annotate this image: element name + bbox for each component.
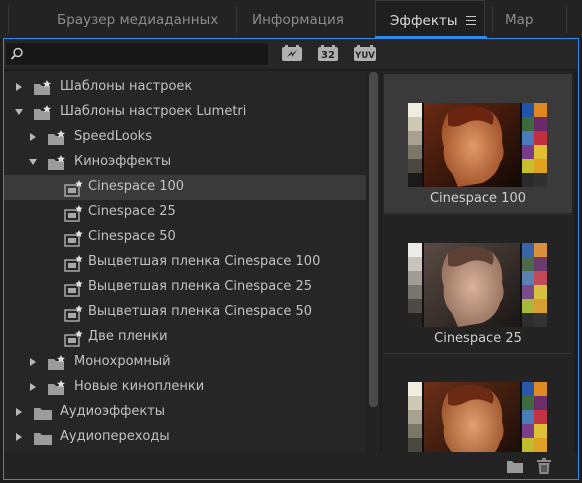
tree-item-presets[interactable]: Шаблоны настроек	[4, 75, 366, 100]
preset-thumbnail-card[interactable]: Cinespace 25	[384, 214, 572, 353]
yuv-label: YUV	[354, 51, 375, 61]
preset-preview-pane: Cinespace 100 Cinespace 25	[382, 71, 574, 452]
tab-separator	[492, 7, 493, 33]
expand-caret-icon[interactable]	[28, 132, 38, 142]
collapse-caret-icon[interactable]	[28, 157, 38, 167]
tree-item-label: Cinespace 25	[88, 204, 176, 219]
preset-icon	[64, 330, 83, 347]
trash-icon[interactable]	[535, 458, 553, 474]
preset-folder-icon	[34, 105, 51, 120]
new-folder-icon[interactable]	[506, 458, 524, 474]
preset-icon	[64, 305, 83, 322]
expand-caret-icon[interactable]	[14, 432, 24, 442]
search-icon	[10, 47, 23, 60]
tree-item-cinespace-25[interactable]: Cinespace 25	[4, 200, 366, 225]
preset-thumbnail-image	[408, 382, 547, 452]
tree-item-label: Две пленки	[88, 329, 168, 344]
preset-folder-icon	[34, 80, 51, 95]
tree-item-label: Cinespace 50	[88, 229, 176, 244]
tree-item-cinespace-50[interactable]: Cinespace 50	[4, 225, 366, 250]
32bit-color-icon[interactable]: 32	[317, 45, 339, 63]
expand-caret-icon[interactable]	[14, 407, 24, 417]
tree-item-faded-cinespace-50[interactable]: Выцветшая пленка Cinespace 50	[4, 300, 366, 325]
tab-info[interactable]: Информация	[252, 0, 364, 38]
tree-item-label: Выцветшая пленка Cinespace 100	[88, 254, 321, 269]
effects-tree: Шаблоны настроек Шаблоны настроек Lumetr…	[4, 71, 366, 452]
expand-caret-icon[interactable]	[28, 382, 38, 392]
tab-media-browser[interactable]: Браузер медиаданных	[57, 0, 227, 38]
tree-item-audio-effects[interactable]: Аудиоэффекты	[4, 400, 366, 425]
preset-folder-icon	[48, 380, 65, 395]
search-input[interactable]	[6, 43, 268, 65]
preset-thumbnail-label: Cinespace 100	[429, 191, 526, 206]
tree-item-label: Аудиоэффекты	[60, 404, 166, 419]
tree-item-label: Шаблоны настроек	[60, 79, 193, 94]
tree-item-faded-cinespace-25[interactable]: Выцветшая пленка Cinespace 25	[4, 275, 366, 300]
tree-item-label: Выцветшая пленка Cinespace 50	[88, 304, 313, 319]
preset-thumbnail-label: Cinespace 25	[434, 331, 522, 346]
accelerated-effects-icon[interactable]	[281, 45, 303, 63]
tree-scrollbar-thumb[interactable]	[369, 72, 378, 407]
preset-folder-icon	[48, 355, 65, 370]
32bit-label: 32	[321, 50, 335, 61]
tree-item-label: Аудиопереходы	[60, 429, 170, 444]
tab-separator	[8, 7, 9, 33]
tree-item-cinematic[interactable]: Киноэффекты	[4, 150, 366, 175]
folder-icon	[34, 433, 52, 445]
tab-separator	[566, 7, 567, 33]
tree-item-label: Киноэффекты	[74, 154, 172, 169]
tree-item-label: SpeedLooks	[74, 129, 152, 144]
folder-icon	[34, 408, 52, 420]
tree-item-label: Монохромный	[74, 354, 171, 369]
tree-item-label: Шаблоны настроек Lumetri	[60, 104, 247, 119]
panel-footer	[4, 452, 578, 479]
preset-icon	[64, 230, 83, 247]
tree-item-faded-cinespace-100[interactable]: Выцветшая пленка Cinespace 100	[4, 250, 366, 275]
preset-folder-icon	[48, 155, 65, 170]
tree-item-monochrome[interactable]: Монохромный	[4, 350, 366, 375]
tree-item-audio-transitions[interactable]: Аудиопереходы	[4, 425, 366, 450]
preset-thumbnail-card[interactable]	[384, 353, 572, 452]
tree-item-lumetri-presets[interactable]: Шаблоны настроек Lumetri	[4, 100, 366, 125]
tree-item-label: Выцветшая пленка Cinespace 25	[88, 279, 313, 294]
preset-icon	[64, 280, 83, 297]
preset-thumbnail-image	[408, 243, 547, 327]
panel-menu-icon[interactable]	[466, 16, 476, 25]
tree-item-label: Cinespace 100	[88, 179, 185, 194]
preset-folder-icon	[48, 130, 65, 145]
preset-thumbnail-image	[408, 103, 547, 187]
preset-thumbnail-card[interactable]: Cinespace 100	[384, 74, 572, 213]
preset-icon	[64, 205, 83, 222]
tree-item-cinespace-100[interactable]: Cinespace 100	[4, 175, 366, 200]
tab-markers[interactable]: Мар	[505, 0, 533, 38]
tree-item-two-strip[interactable]: Две пленки	[4, 325, 366, 350]
expand-caret-icon[interactable]	[14, 82, 24, 92]
tree-item-label: Новые кинопленки	[74, 379, 205, 394]
tab-separator	[236, 7, 237, 33]
preset-icon	[64, 255, 83, 272]
tree-item-speedlooks[interactable]: SpeedLooks	[4, 125, 366, 150]
expand-caret-icon[interactable]	[28, 357, 38, 367]
collapse-caret-icon[interactable]	[14, 107, 24, 117]
tree-item-new-film-stocks[interactable]: Новые кинопленки	[4, 375, 366, 400]
preset-icon	[64, 180, 83, 197]
yuv-effects-icon[interactable]: YUV	[353, 45, 377, 63]
